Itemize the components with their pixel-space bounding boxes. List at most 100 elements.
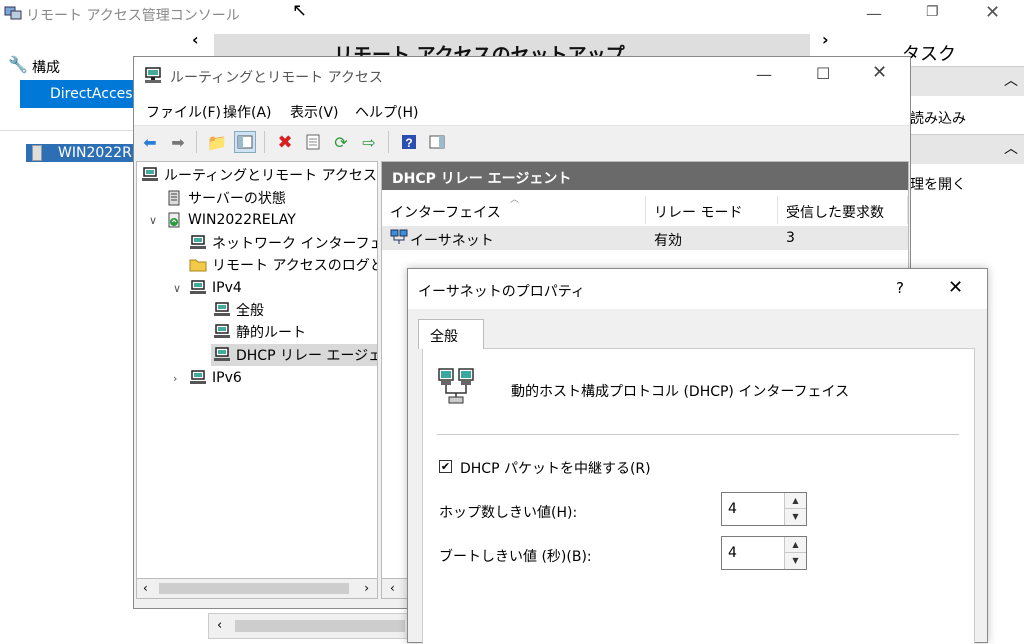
menu-view[interactable]: 表示(V) — [290, 102, 339, 122]
spin-up-icon[interactable]: ▲ — [785, 493, 806, 509]
cell-relay-mode: 有効 — [654, 233, 682, 249]
dialog-description: 動的ホスト構成プロトコル (DHCP) インターフェイス — [511, 384, 850, 400]
spin-up-icon[interactable]: ▲ — [785, 537, 806, 553]
routing-icon — [214, 324, 230, 338]
column-header-relay-mode[interactable]: リレー モード — [646, 196, 778, 224]
routing-icon — [214, 347, 230, 361]
chevron-down-icon[interactable]: ∨ — [149, 214, 157, 227]
sidebar-item-server[interactable]: WIN2022RE — [26, 144, 138, 162]
console-bottom-scrollbar[interactable]: ‹ — [208, 613, 408, 639]
tree-item-label: リモート アクセスのログとポリシ — [212, 258, 377, 274]
task-item-open[interactable]: 理を開く — [910, 174, 966, 194]
spinner-buttons: ▲ ▼ — [784, 537, 806, 569]
tab-general[interactable]: 全般 — [418, 319, 484, 349]
hop-threshold-value[interactable]: 4 — [728, 501, 737, 517]
console-app-icon — [4, 6, 22, 20]
show-hide-tree-icon[interactable] — [234, 131, 256, 153]
rras-app-icon — [145, 67, 161, 83]
tree-item-ipv4[interactable]: IPv4 — [189, 277, 242, 299]
rras-minimize-button[interactable]: — — [756, 65, 772, 84]
menu-bar: ファイル(F) 操作(A) 表示(V) ヘルプ(H) — [134, 95, 910, 125]
toolbar: ⬅ ➡ 📁 ✖ ⟳ ⇨ ? — [134, 125, 910, 157]
tree-item-server[interactable]: WIN2022RELAY — [165, 209, 296, 231]
boot-threshold-spinner[interactable]: 4 ▲ ▼ — [721, 536, 807, 570]
routing-icon — [214, 302, 230, 316]
menu-action[interactable]: 操作(A) — [223, 102, 272, 122]
chevron-right-icon[interactable]: › — [173, 372, 177, 385]
rras-close-button[interactable]: ✕ — [872, 62, 887, 83]
tree-item-label: 全般 — [236, 303, 264, 319]
relay-packets-label[interactable]: DHCP パケットを中継する(R) — [460, 458, 651, 478]
show-hide-action-pane-icon[interactable] — [426, 131, 448, 153]
menu-help[interactable]: ヘルプ(H) — [355, 102, 418, 122]
dialog-titlebar[interactable]: イーサネットのプロパティ ? ✕ — [408, 269, 987, 309]
folder-icon — [189, 259, 207, 272]
tree-item-network-interfaces[interactable]: ネットワーク インターフェイス — [189, 232, 377, 254]
spin-down-icon[interactable]: ▼ — [785, 509, 806, 525]
scroll-thumb[interactable] — [159, 583, 349, 594]
tree-horizontal-scrollbar[interactable]: ‹ › — [136, 579, 378, 599]
export-list-icon[interactable]: ⇨ — [358, 131, 380, 153]
rras-maximize-button[interactable]: ☐ — [816, 64, 830, 83]
left-pane-collapse-icon[interactable]: ‹ — [192, 30, 199, 49]
scroll-right-icon[interactable]: › — [364, 581, 369, 595]
cell-requests: 3 — [786, 230, 795, 246]
dialog-help-button[interactable]: ? — [896, 279, 904, 297]
result-pane-header: DHCP リレー エージェント — [382, 162, 908, 190]
hop-threshold-spinner[interactable]: 4 ▲ ▼ — [721, 492, 807, 526]
chevron-down-icon[interactable]: ∨ — [173, 282, 181, 295]
tree-item-general[interactable]: 全般 — [213, 299, 264, 321]
console-restore-button[interactable]: ❐ — [926, 4, 939, 20]
console-minimize-button[interactable]: — — [866, 4, 882, 23]
chevron-up-icon[interactable]: ︿ — [1004, 138, 1018, 158]
properties-icon[interactable] — [302, 131, 324, 153]
tree-item-label: IPv6 — [212, 370, 242, 386]
config-label[interactable]: 構成 — [32, 57, 60, 77]
tree-item-label: IPv4 — [212, 280, 242, 296]
svg-text:?: ? — [405, 136, 412, 150]
divider — [0, 130, 140, 131]
network-interface-icon — [190, 235, 206, 249]
spin-down-icon[interactable]: ▼ — [785, 553, 806, 569]
dialog-divider — [437, 434, 959, 435]
routing-icon — [142, 167, 158, 181]
relay-packets-checkbox[interactable]: ✔ — [439, 460, 452, 473]
scroll-left-icon[interactable]: ‹ — [143, 581, 148, 595]
refresh-icon[interactable]: ⟳ — [330, 131, 352, 153]
up-folder-icon[interactable]: 📁 — [206, 131, 228, 153]
column-header-requests[interactable]: 受信した要求数 — [778, 196, 908, 224]
console-title: リモート アクセス管理コンソール — [26, 8, 240, 24]
result-horizontal-scrollbar[interactable]: ‹ — [381, 579, 409, 599]
chevron-up-icon[interactable]: ︿ — [1004, 70, 1018, 90]
console-tree: ルーティングとリモート アクセス サーバーの状態 ∨ WIN2022RELAY … — [136, 161, 378, 579]
delete-icon[interactable]: ✖ — [274, 131, 296, 153]
task-item-load[interactable]: 読み込み — [910, 108, 966, 128]
tree-item-logging[interactable]: リモート アクセスのログとポリシ — [189, 254, 377, 276]
server-icon — [32, 145, 42, 161]
hop-threshold-label: ホップ数しきい値(H): — [439, 505, 578, 521]
forward-arrow-icon[interactable]: ➡ — [167, 131, 189, 153]
scroll-left-icon[interactable]: ‹ — [390, 581, 395, 595]
tree-item-ipv6[interactable]: IPv6 — [189, 367, 242, 389]
tree-item-root[interactable]: ルーティングとリモート アクセス — [141, 164, 377, 186]
help-icon[interactable]: ? — [398, 131, 420, 153]
console-close-button[interactable]: ✕ — [985, 2, 1000, 23]
sidebar-item-directaccess[interactable]: DirectAccess — [20, 80, 138, 108]
tree-item-dhcp-relay[interactable]: DHCP リレー エージェント — [211, 344, 377, 366]
tree-item-static-routes[interactable]: 静的ルート — [213, 321, 306, 343]
dialog-close-button[interactable]: ✕ — [948, 277, 963, 298]
dialog-title: イーサネットのプロパティ — [418, 284, 585, 300]
rras-titlebar[interactable]: ルーティングとリモート アクセス — ☐ ✕ — [134, 57, 910, 95]
boot-threshold-value[interactable]: 4 — [728, 545, 737, 561]
wrench-icon: 🔧 — [8, 55, 28, 74]
tree-item-server-status[interactable]: サーバーの状態 — [165, 187, 286, 209]
routing-icon — [190, 370, 206, 384]
back-arrow-icon[interactable]: ⬅ — [139, 131, 161, 153]
toolbar-separator — [264, 131, 265, 153]
cell-interface: イーサネット — [410, 233, 494, 249]
tree-item-label: ルーティングとリモート アクセス — [164, 168, 377, 184]
menu-file[interactable]: ファイル(F) — [146, 102, 221, 122]
rras-title: ルーティングとリモート アクセス — [170, 70, 383, 86]
mouse-cursor-icon: ↖ — [292, 0, 308, 21]
right-pane-collapse-icon[interactable]: › — [822, 30, 829, 49]
